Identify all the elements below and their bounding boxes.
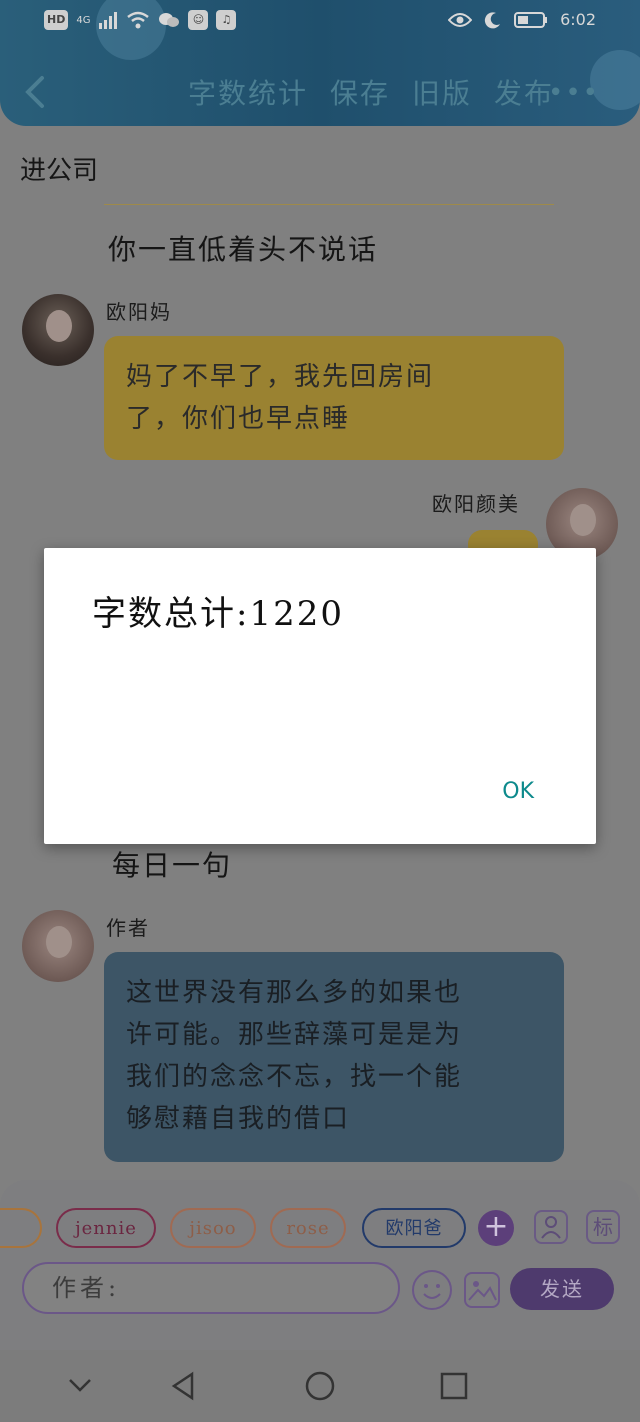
- app-screen: HD 4G ☺ ♫ 6:02 字数统计 保存 旧版 发布 ••• 进公司 你一直…: [0, 0, 640, 1422]
- quote-text-line: 够慰藉自我的借口: [126, 1104, 351, 1134]
- avatar[interactable]: [22, 910, 94, 982]
- moon-icon: [484, 11, 501, 28]
- status-bar: HD 4G ☺ ♫ 6:02: [0, 0, 640, 44]
- smile-icon[interactable]: [412, 1270, 452, 1310]
- avatar[interactable]: [22, 294, 94, 366]
- author-input[interactable]: 作者:: [22, 1262, 400, 1314]
- more-horizontal-icon[interactable]: •••: [548, 78, 600, 108]
- message-bubble[interactable]: 妈了不早了，我先回房间 了，你们也早点睡: [104, 336, 564, 460]
- message-text-line: 了，你们也早点睡: [126, 404, 351, 434]
- section-heading: 每日一句: [112, 849, 233, 882]
- app-notification-icon: ☺: [188, 10, 209, 30]
- chip-partial[interactable]: [0, 1208, 42, 1248]
- save-button[interactable]: 保存: [330, 72, 390, 112]
- clock: 6:02: [560, 10, 596, 29]
- quote-text-line: 许可能。那些辞藻可是是为: [126, 1020, 463, 1050]
- word-count-button[interactable]: 字数统计: [188, 72, 308, 112]
- signal-icon: [99, 12, 118, 29]
- image-glyph: [468, 1281, 497, 1301]
- home-circle-icon[interactable]: [300, 1370, 340, 1402]
- header-actions: 字数统计 保存 旧版 发布: [188, 72, 554, 112]
- ok-button[interactable]: OK: [502, 779, 534, 804]
- top-header: HD 4G ☺ ♫ 6:02 字数统计 保存 旧版 发布 •••: [0, 0, 640, 126]
- section-heading: 你一直低着头不说话: [108, 233, 379, 266]
- battery-icon: [514, 11, 548, 28]
- chip-jisoo[interactable]: jisoo: [170, 1208, 256, 1248]
- chip-father[interactable]: 欧阳爸: [362, 1208, 466, 1248]
- chip-rose[interactable]: rose: [270, 1208, 346, 1248]
- message-text-line: 妈了不早了，我先回房间: [126, 362, 435, 392]
- old-version-button[interactable]: 旧版: [412, 72, 472, 112]
- back-icon[interactable]: [20, 72, 52, 112]
- composer-panel: jennie jisoo rose 欧阳爸 + 标 作者: 发送: [0, 1180, 640, 1350]
- quote-text-line: 我们的念念不忘，找一个能: [126, 1062, 463, 1092]
- wifi-icon: [127, 11, 150, 29]
- word-count-dialog: 字数总计:1220 OK: [44, 548, 596, 844]
- publish-button[interactable]: 发布: [494, 72, 554, 112]
- speaker-name: 欧阳颜美: [432, 492, 520, 516]
- quote-text-line: 这世界没有那么多的如果也: [126, 978, 463, 1008]
- music-app-icon: ♫: [216, 10, 237, 30]
- speaker-name: 作者: [106, 916, 150, 940]
- add-icon[interactable]: +: [478, 1210, 514, 1246]
- recents-square-icon[interactable]: [434, 1370, 474, 1402]
- speaker-name: 欧阳妈: [106, 300, 172, 324]
- status-left: HD 4G ☺ ♫: [44, 10, 237, 30]
- dialog-message: 字数总计:1220: [92, 594, 344, 634]
- image-icon[interactable]: [464, 1272, 500, 1308]
- divider: [104, 204, 554, 205]
- tag-button[interactable]: 标: [586, 1210, 620, 1244]
- back-triangle-icon[interactable]: [164, 1370, 204, 1402]
- network-badge: 4G: [76, 14, 91, 26]
- page-title: 进公司: [20, 156, 99, 186]
- wechat-icon: [159, 13, 180, 27]
- person-icon[interactable]: [534, 1210, 568, 1244]
- eye-icon: [448, 12, 473, 27]
- smile-glyph: [423, 1284, 441, 1299]
- send-button[interactable]: 发送: [510, 1268, 614, 1310]
- system-navigation-bar: [0, 1350, 640, 1422]
- chip-jennie[interactable]: jennie: [56, 1208, 156, 1248]
- person-glyph: [541, 1216, 561, 1239]
- quote-bubble[interactable]: 这世界没有那么多的如果也 许可能。那些辞藻可是是为 我们的念念不忘，找一个能 够…: [104, 952, 564, 1162]
- status-right: 6:02: [448, 10, 596, 29]
- hd-badge: HD: [44, 10, 69, 30]
- character-chips: jennie jisoo rose 欧阳爸 + 标: [0, 1208, 640, 1250]
- chevron-down-icon[interactable]: [60, 1370, 100, 1402]
